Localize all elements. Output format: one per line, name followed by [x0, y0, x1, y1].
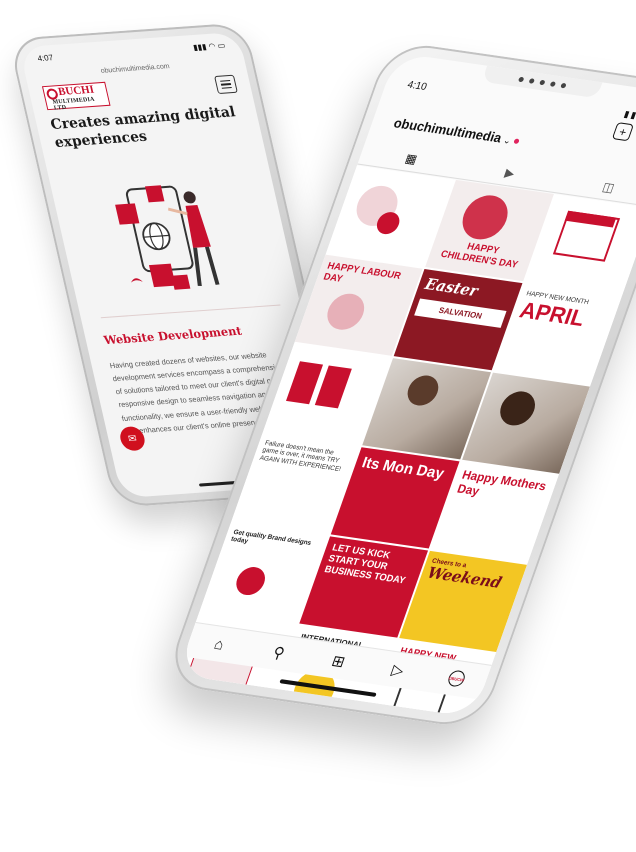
left-status-time: 4:07: [36, 53, 55, 64]
post-subcaption: SALVATION: [414, 298, 507, 329]
search-icon[interactable]: ⚲: [267, 643, 291, 663]
person-photo: [495, 389, 540, 428]
add-post-icon[interactable]: +: [611, 122, 635, 142]
profile-avatar[interactable]: OBUCHI: [446, 669, 468, 688]
chat-icon: ✉: [127, 432, 138, 445]
post-caption: Its Mon Day: [359, 454, 447, 483]
service-title: Website Development: [102, 323, 244, 348]
post-caption: Happy Mothers Day: [455, 467, 549, 499]
post-caption: HAPPY LABOUR DAY: [321, 260, 403, 285]
tab-tagged-icon[interactable]: ◫: [599, 179, 617, 195]
left-status-bar: 4:07 ▮▮▮ ◠ ▭: [37, 41, 226, 63]
reels-icon[interactable]: ▷: [386, 660, 410, 680]
post-caption: HAPPY CHILDREN'S DAY: [439, 241, 520, 271]
home-icon[interactable]: ⌂: [207, 634, 231, 654]
person-photo: [403, 373, 443, 408]
username-text: obuchimultimedia: [391, 115, 504, 146]
chevron-down-icon: ⌄: [501, 134, 513, 146]
site-logo[interactable]: BUCHI MULTIMEDIA LTD: [41, 81, 111, 112]
tab-grid-icon[interactable]: ▦: [402, 151, 420, 167]
section-divider: [100, 304, 281, 319]
post-caption: LET US KICK START YOUR BUSINESS TODAY: [322, 542, 407, 587]
hamburger-menu-icon[interactable]: [214, 74, 238, 95]
mockup-scene: 4:07 ▮▮▮ ◠ ▭ obuchimultimedia.com BUCHI …: [0, 0, 636, 852]
left-status-signal: ▮▮▮ ◠ ▭: [192, 40, 227, 53]
tab-reels-icon[interactable]: ▶: [501, 165, 519, 181]
web-development-illustration: [115, 185, 220, 290]
post-illustration: [322, 291, 370, 333]
profile-username[interactable]: obuchimultimedia⌄: [392, 115, 522, 148]
create-icon[interactable]: ⊞: [327, 651, 351, 672]
post-illustration: [456, 192, 515, 243]
notification-dot: [513, 138, 520, 145]
post-caption: Get quality Brand designs today: [229, 528, 313, 547]
post-caption: Failure doesn't mean the game is over, i…: [258, 439, 342, 474]
post-illustration: [232, 565, 269, 597]
right-status-time: 4:10: [405, 79, 429, 94]
